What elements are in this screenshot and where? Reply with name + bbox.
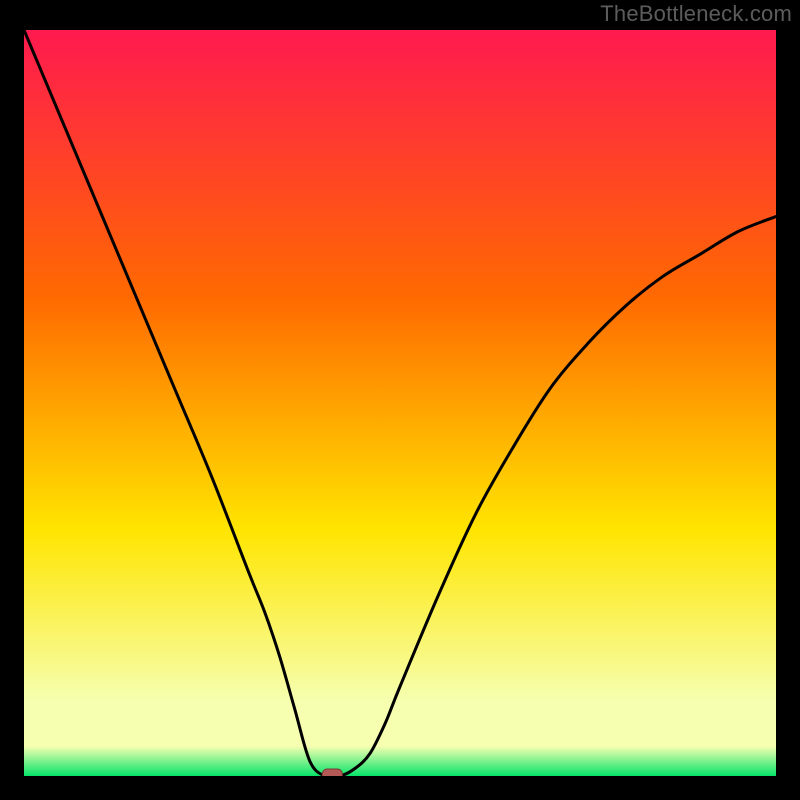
optimum-marker xyxy=(322,769,342,776)
chart-svg xyxy=(24,30,776,776)
attribution-text: TheBottleneck.com xyxy=(600,1,792,27)
plot-area xyxy=(24,30,776,776)
chart-frame: TheBottleneck.com xyxy=(0,0,800,800)
gradient-background xyxy=(24,30,776,776)
